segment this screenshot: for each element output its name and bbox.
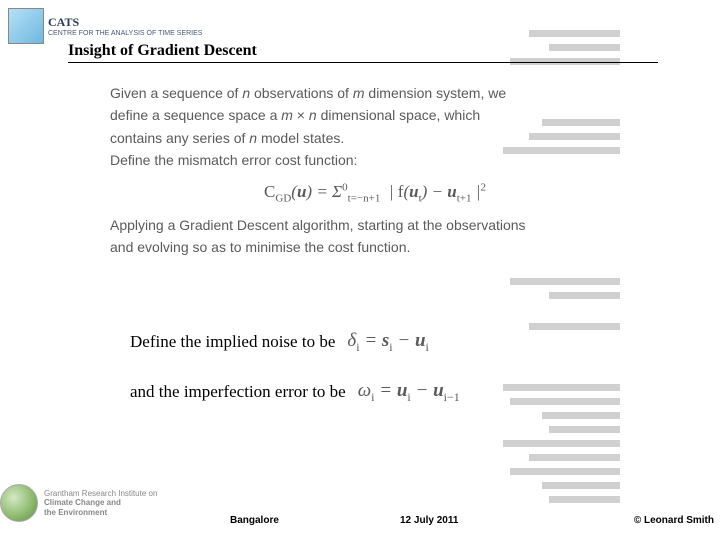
- body-block: Given a sequence of n observations of m …: [110, 82, 640, 258]
- cost-function-formula: CGD(u) = Σ0t=−n+1 | f(ut) − ut+1 |2: [110, 178, 640, 208]
- implied-noise-definition: Define the implied noise to be δi = si −…: [130, 330, 429, 355]
- footer-copyright: © Leonard Smith: [634, 515, 714, 526]
- body-line: contains any series of n model states.: [110, 127, 640, 149]
- body-line: Define the mismatch error cost function:: [110, 149, 640, 171]
- body-line: Given a sequence of n observations of m …: [110, 82, 640, 104]
- implied-noise-text: Define the implied noise to be: [130, 332, 335, 352]
- body-line: and evolving so as to minimise the cost …: [110, 236, 640, 258]
- imperfection-error-text: and the imperfection error to be: [130, 382, 346, 402]
- grantham-logo: Grantham Research Institute on Climate C…: [0, 484, 157, 522]
- globe-icon: [0, 484, 38, 522]
- cats-logo-text: CATS: [48, 15, 202, 30]
- grantham-logo-text: Grantham Research Institute on Climate C…: [44, 489, 157, 517]
- title-row: Insight of Gradient Descent: [68, 42, 660, 63]
- footer-location: Bangalore: [230, 515, 279, 526]
- cats-logo: CATS CENTRE FOR THE ANALYSIS OF TIME SER…: [8, 8, 202, 44]
- imperfection-error-definition: and the imperfection error to be ωi = ui…: [130, 380, 460, 405]
- implied-noise-formula: δi = si − ui: [347, 330, 429, 355]
- body-line: Applying a Gradient Descent algorithm, s…: [110, 214, 640, 236]
- body-line: define a sequence space a m × n dimensio…: [110, 104, 640, 126]
- page-title: Insight of Gradient Descent: [68, 42, 660, 62]
- footer-date: 12 July 2011: [400, 515, 458, 526]
- cats-logo-icon: [8, 8, 44, 44]
- imperfection-error-formula: ωi = ui − ui−1: [358, 380, 460, 405]
- title-underline: [68, 62, 658, 63]
- cats-logo-subtitle: CENTRE FOR THE ANALYSIS OF TIME SERIES: [48, 30, 202, 38]
